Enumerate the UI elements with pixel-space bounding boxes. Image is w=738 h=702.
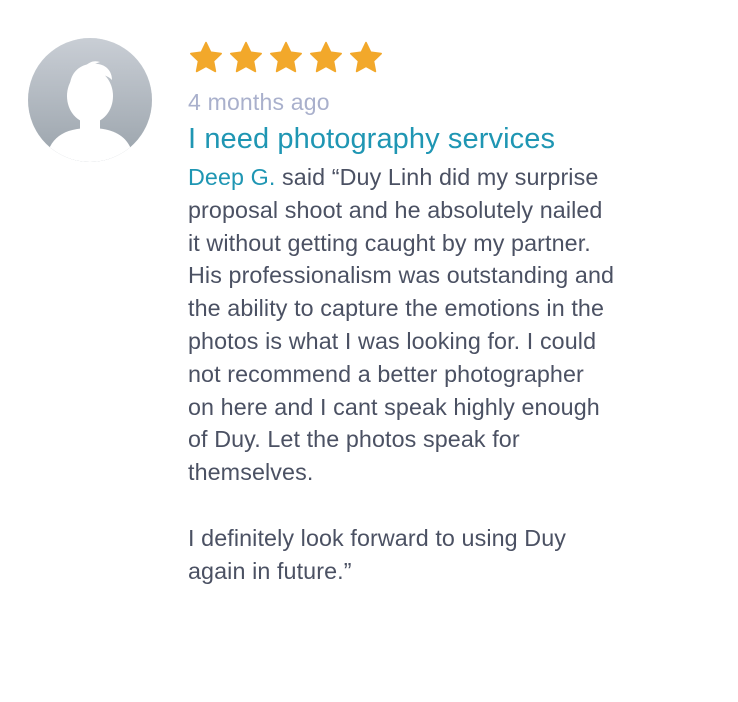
star-icon [270,41,302,73]
star-icon [190,41,222,73]
said-text: said [275,164,332,190]
review-body: Deep G. said “Duy Linh did my surprise p… [188,161,728,587]
review-card: 4 months ago I need photography services… [0,0,738,702]
star-rating [188,38,728,78]
star-icon [310,41,342,73]
review-content: 4 months ago I need photography services… [188,38,728,587]
review-time-ago: 4 months ago [188,89,330,115]
star-icon [230,41,262,73]
review-title: I need photography services [188,123,556,155]
review-quote: “Duy Linh did my surprise proposal shoot… [188,164,615,584]
avatar[interactable] [28,38,152,162]
author-name-link[interactable]: Deep G. [188,164,275,190]
default-user-avatar-icon [28,38,152,162]
star-icon [350,41,382,73]
